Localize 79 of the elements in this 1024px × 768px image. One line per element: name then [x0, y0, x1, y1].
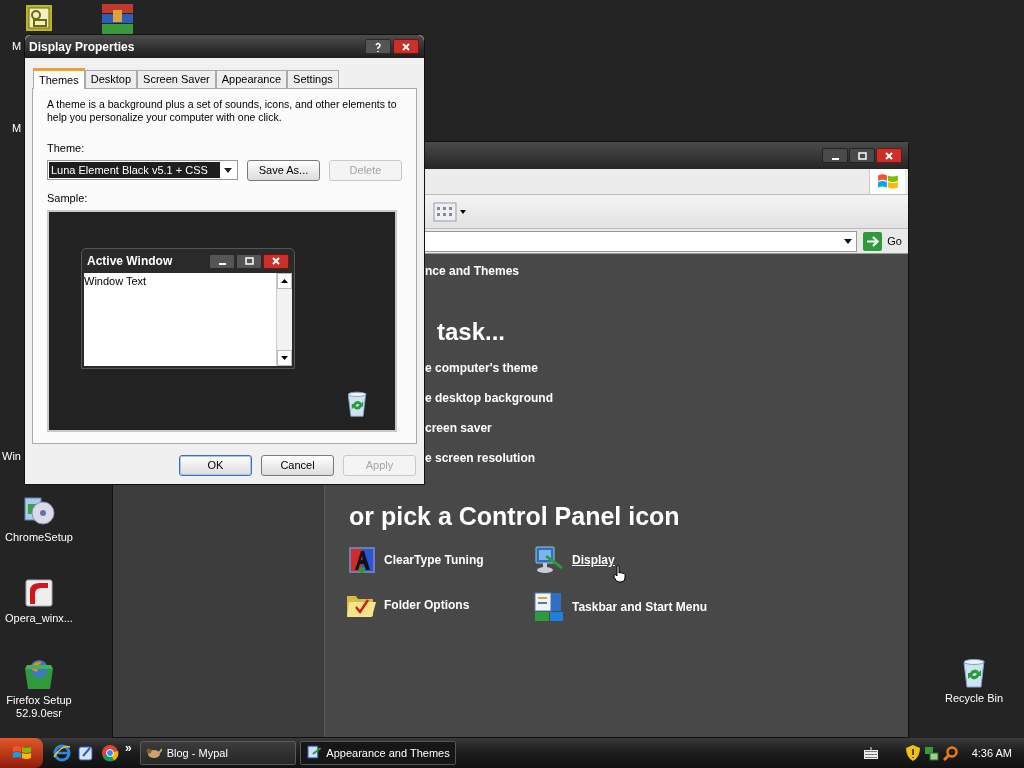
icon-heading: or pick a Control Panel icon	[349, 501, 680, 532]
installer-globe-icon	[22, 657, 56, 691]
shield-warning-icon[interactable]	[905, 745, 920, 761]
control-panel-link[interactable]: ClearType Tuning	[384, 551, 484, 569]
theme-label: Theme:	[47, 141, 86, 156]
letter-a-tile-icon	[347, 545, 377, 575]
help-icon	[372, 40, 384, 53]
sample-window-title: Active Window	[87, 253, 173, 270]
chrome-icon[interactable]	[101, 744, 119, 762]
tab[interactable]: Appearance	[215, 70, 288, 88]
description-text: A theme is a background plus a set of sounds, icons, and other elements to help you personalize your computer with one click.	[47, 98, 398, 124]
search-icon[interactable]	[942, 745, 958, 761]
breadcrumb-title: nce and Themes	[425, 263, 520, 280]
close-icon	[400, 40, 412, 53]
control-panel-link[interactable]: Taskbar and Start Menu	[572, 598, 708, 616]
desktop-icon-label[interactable]: Recycle Bin	[944, 692, 1004, 705]
dropdown-arrow-icon	[224, 167, 232, 173]
start-button[interactable]	[0, 738, 43, 768]
tab[interactable]: Settings	[287, 70, 339, 88]
go-button[interactable]: Go	[863, 231, 902, 251]
tab[interactable]: Desktop	[84, 70, 138, 88]
tab[interactable]: Screen Saver	[137, 70, 216, 88]
close-button[interactable]	[393, 39, 419, 54]
taskbar-panel-icon	[533, 591, 565, 623]
desktop-icon-label[interactable]: Opera_winx...	[5, 612, 73, 625]
save-as-button[interactable]: Save As...	[247, 159, 320, 181]
desktop-icon-label[interactable]: Firefox Setup 52.9.0esr	[0, 694, 78, 720]
minimize-icon	[831, 157, 839, 160]
monitor-brush-icon	[533, 545, 565, 575]
minimize-icon	[218, 263, 226, 265]
installer-disc-icon	[22, 494, 56, 528]
down-arrow-icon	[281, 356, 288, 360]
maximize-button[interactable]	[236, 253, 262, 269]
window-title: Display Properties	[29, 38, 135, 56]
up-arrow-icon	[281, 279, 288, 283]
maximize-icon	[243, 255, 255, 267]
taskbar-button[interactable]: Blog - Mypal	[139, 741, 296, 765]
monitor-brush-icon	[305, 745, 322, 761]
close-button[interactable]	[263, 253, 289, 269]
note-pencil-icon[interactable]	[77, 744, 95, 762]
network-icon[interactable]	[923, 745, 939, 761]
sample-window-text: Window Text	[84, 274, 148, 289]
task-link[interactable]: creen saver	[425, 419, 492, 437]
maximize-icon	[856, 149, 868, 162]
theme-value: Luna Element Black v5.1 + CSS	[49, 162, 220, 178]
cancel-button[interactable]: Cancel	[261, 455, 334, 476]
grid-view-icon	[433, 201, 457, 222]
browser-e-icon[interactable]	[53, 744, 71, 762]
clock[interactable]: 4:36 AM	[971, 744, 1012, 762]
hand-cursor-icon	[613, 565, 627, 583]
sample-label: Sample:	[47, 190, 89, 206]
installer-box-icon	[23, 577, 55, 609]
task-link[interactable]: e desktop background	[425, 389, 554, 407]
task-heading: task...	[437, 317, 506, 347]
control-panel-link[interactable]: Display	[572, 551, 615, 569]
maximize-button[interactable]	[849, 148, 875, 163]
task-link[interactable]: e screen resolution	[425, 449, 536, 467]
close-icon	[270, 255, 282, 267]
desktop-icon-label: M	[12, 121, 22, 136]
tab[interactable]: Themes	[33, 68, 85, 89]
task-link[interactable]: e computer's theme	[425, 359, 538, 377]
desktop-icon-label[interactable]: ChromeSetup	[5, 531, 73, 544]
minimize-button[interactable]	[209, 253, 235, 269]
ok-button[interactable]: OK	[179, 455, 252, 476]
keyboard-icon[interactable]	[863, 747, 878, 759]
overflow-chevron[interactable]: »	[125, 739, 132, 757]
dropdown-arrow-icon	[844, 238, 853, 244]
close-icon	[883, 149, 895, 162]
dropdown-arrow-icon	[460, 209, 466, 214]
desktop-icon-label: M	[12, 39, 22, 54]
view-button[interactable]	[433, 201, 466, 222]
creature-icon	[145, 746, 162, 760]
theme-select[interactable]: Luna Element Black v5.1 + CSS	[47, 160, 238, 180]
desktop-icon-label: Win	[2, 449, 21, 464]
help-button[interactable]	[365, 39, 391, 54]
control-panel-link[interactable]: Folder Options	[384, 596, 470, 614]
taskbar-button[interactable]: Appearance and Themes	[299, 741, 456, 765]
close-button[interactable]	[876, 148, 902, 163]
minimize-button[interactable]	[822, 148, 848, 163]
